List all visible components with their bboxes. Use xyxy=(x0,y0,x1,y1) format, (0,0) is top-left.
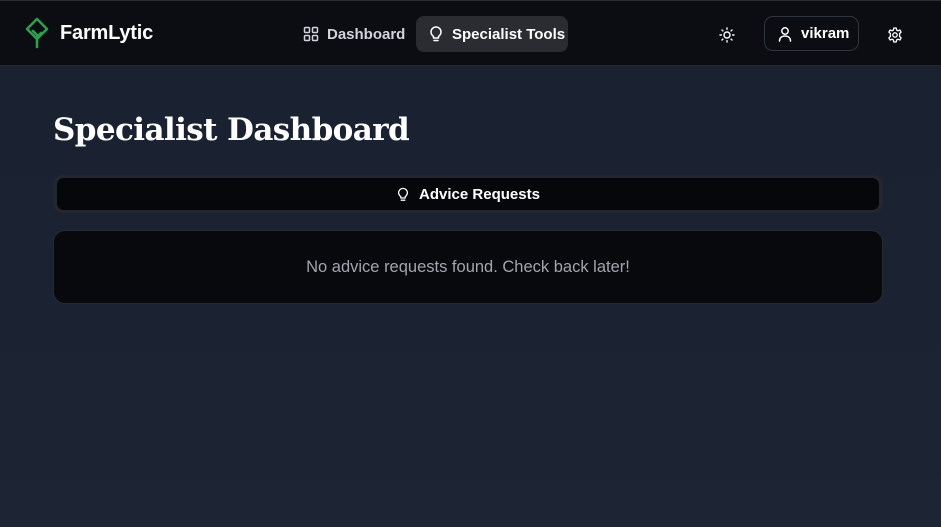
tree-logo-icon xyxy=(25,17,49,49)
settings-button[interactable] xyxy=(880,20,910,50)
nav-specialist-tools[interactable]: Specialist Tools xyxy=(416,16,568,52)
tab-advice-requests[interactable]: Advice Requests xyxy=(57,178,879,210)
lightbulb-icon xyxy=(430,26,442,42)
empty-state-card: No advice requests found. Check back lat… xyxy=(53,230,883,304)
brand-name: FarmLytic xyxy=(60,21,154,44)
brand-logo-link[interactable]: FarmLytic xyxy=(24,16,153,50)
tabs-list: Advice Requests xyxy=(53,175,883,213)
user-menu-button[interactable]: vikram xyxy=(764,16,859,51)
nav-dashboard[interactable]: Dashboard xyxy=(292,16,410,52)
page-title: Specialist Dashboard xyxy=(53,112,410,148)
sun-icon xyxy=(719,27,735,43)
top-navbar: FarmLytic Dashboard Specialist Tools vik… xyxy=(0,0,941,66)
nav-dashboard-label: Dashboard xyxy=(327,25,406,43)
nav-specialist-tools-label: Specialist Tools xyxy=(452,25,566,43)
grid-icon xyxy=(303,26,319,42)
tab-advice-requests-label: Advice Requests xyxy=(419,185,540,203)
lightbulb-icon xyxy=(398,187,409,201)
theme-toggle-button[interactable] xyxy=(712,20,742,50)
empty-state-message: No advice requests found. Check back lat… xyxy=(306,257,630,276)
user-name: vikram xyxy=(801,25,850,42)
gear-icon xyxy=(888,27,902,43)
user-icon xyxy=(778,26,792,42)
